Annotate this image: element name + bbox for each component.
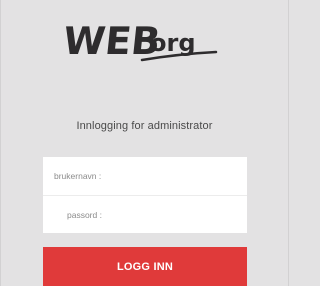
password-field-container [43,195,247,233]
weborg-logo: WEB org [58,16,228,68]
username-input[interactable] [43,157,247,195]
page-edge-right [288,0,289,286]
page-edge-left [0,0,1,286]
login-button[interactable]: LOGG INN [43,247,247,286]
login-heading: Innlogging for administrator [76,120,213,132]
logo-text-web: WEB [61,19,162,63]
login-form [43,157,247,233]
password-input[interactable] [43,196,247,233]
username-field-container [43,157,247,195]
